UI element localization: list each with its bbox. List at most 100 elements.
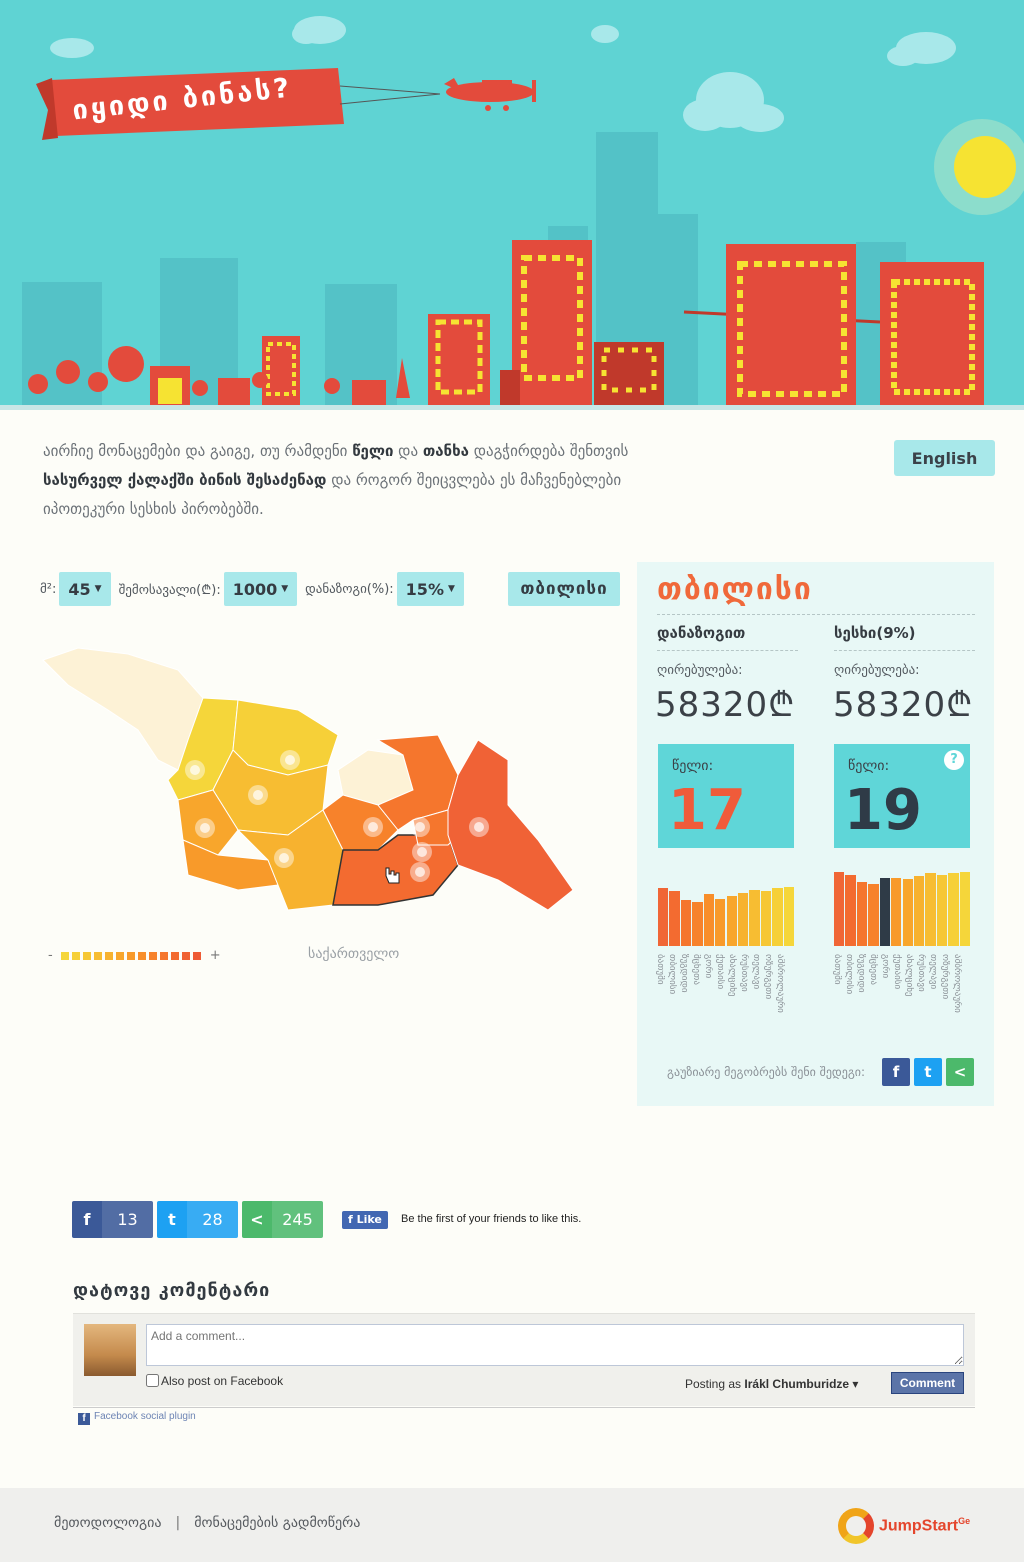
- city-bar[interactable]: [715, 898, 726, 946]
- jumpstart-logo[interactable]: JumpStartGe: [838, 1508, 970, 1544]
- savings-bar-labels: ბათუმი თბილისი ზუგდიდი მცხეთა გორი ქუთაისი ახა…: [655, 954, 787, 1024]
- logo-suffix: Ge: [958, 1516, 971, 1527]
- savings-years-box: წელი: 17: [658, 744, 794, 848]
- chevron-down-icon[interactable]: ▾: [852, 1377, 858, 1391]
- city-bar[interactable]: [948, 873, 959, 946]
- jumpstart-ring-icon: [838, 1508, 874, 1544]
- savings-value-label: ღირებულება:: [657, 663, 743, 678]
- share-generic-button[interactable]: <: [946, 1058, 974, 1086]
- legend-swatch: [192, 951, 201, 960]
- loan-bar-labels: ბათუმი თბილისი ზუგდიდი მცხეთა გორი ქუთაისი ახა…: [832, 954, 964, 1024]
- bar-city-label: ოზურგეთი: [763, 954, 773, 1000]
- city-bar[interactable]: [879, 877, 891, 946]
- share-count: 245: [272, 1201, 323, 1238]
- avatar: [84, 1324, 136, 1376]
- also-post-option[interactable]: Also post on Facebook: [146, 1374, 283, 1388]
- bar-city-label: რუსთავი: [739, 954, 749, 992]
- divider: [834, 650, 975, 651]
- city-bar[interactable]: [913, 876, 925, 946]
- facebook-plugin-credit[interactable]: f Facebook social plugin: [78, 1411, 196, 1425]
- posting-as-label: Posting as: [685, 1377, 742, 1391]
- bar-city-label: ბათუმი: [655, 954, 665, 985]
- facebook-share-counter[interactable]: f 13: [72, 1201, 153, 1238]
- hero-illustration: იყიდი ბინას?: [0, 0, 1024, 410]
- savings-select[interactable]: 15% ▼: [396, 572, 464, 606]
- loan-years-box: წელი: 19 ?: [834, 744, 970, 848]
- bar-city-label: თბილისი: [844, 954, 854, 995]
- intro-text: აირჩიე მონაცემები და გაიგე, თუ რამდენი წ…: [43, 437, 643, 524]
- comment-input[interactable]: [146, 1324, 964, 1366]
- bar-city-label: ქუთაისი: [892, 954, 902, 990]
- city-button[interactable]: თბილისი: [508, 572, 620, 606]
- map-region-abkhazia[interactable]: [42, 647, 204, 771]
- facebook-like-button[interactable]: f Like: [342, 1211, 388, 1229]
- city-bar[interactable]: [658, 888, 669, 946]
- bar-city-label: თბილისი: [667, 954, 677, 995]
- city-bar[interactable]: [925, 873, 936, 946]
- parameter-controls: მ²: 45 ▼ შემოსავალი(₾): 1000 ▼ დანაზოგი(%)…: [40, 572, 472, 606]
- share-twitter-button[interactable]: t: [914, 1058, 942, 1086]
- city-bar[interactable]: [834, 872, 845, 946]
- city-bar[interactable]: [692, 901, 703, 946]
- map-legend: - +: [48, 948, 221, 963]
- twitter-share-counter[interactable]: t 28: [157, 1201, 238, 1238]
- city-bar[interactable]: [959, 872, 970, 946]
- chevron-down-icon: ▼: [281, 584, 289, 594]
- city-bar[interactable]: [749, 889, 760, 946]
- intro-bold-years: წელი: [352, 442, 394, 460]
- city-bar[interactable]: [936, 874, 948, 946]
- city-bar[interactable]: [856, 882, 868, 946]
- map-country-label: საქართველო: [308, 946, 400, 962]
- bar-city-label: ახალციხე: [904, 954, 914, 997]
- footer-separator: |: [175, 1515, 181, 1531]
- divider: [657, 614, 975, 615]
- share-facebook-button[interactable]: f: [882, 1058, 910, 1086]
- result-panel: თბილისი დანაზოგით სესხი(9%) ღირებულება: …: [637, 562, 994, 1106]
- methodology-link[interactable]: მეთოდოლოგია: [54, 1515, 162, 1531]
- city-bar[interactable]: [737, 892, 749, 946]
- income-select[interactable]: 1000 ▼: [223, 572, 298, 606]
- city-bar[interactable]: [772, 888, 783, 946]
- area-value: 45: [68, 579, 91, 599]
- twitter-icon: t: [168, 1210, 176, 1229]
- city-bar[interactable]: [902, 879, 913, 946]
- city-bar[interactable]: [845, 874, 856, 946]
- city-bar[interactable]: [669, 891, 680, 946]
- logo-text: JumpStartGe: [879, 1516, 970, 1535]
- legend-swatch: [159, 951, 168, 960]
- comment-submit-button[interactable]: Comment: [891, 1372, 964, 1394]
- facebook-like-text: Be the first of your friends to like thi…: [401, 1213, 582, 1225]
- legend-swatch: [181, 951, 190, 960]
- help-icon[interactable]: ?: [944, 750, 964, 770]
- bar-city-label: გორი: [880, 954, 890, 979]
- generic-share-counter[interactable]: < 245: [242, 1201, 323, 1238]
- city-bar[interactable]: [703, 894, 715, 946]
- data-download-link[interactable]: მონაცემების გადმოწერა: [194, 1515, 360, 1531]
- posting-user-name[interactable]: Irákl Chumburidze: [744, 1377, 849, 1391]
- divider: [657, 650, 798, 651]
- legend-swatch: [93, 951, 102, 960]
- area-select[interactable]: 45 ▼: [59, 572, 111, 606]
- share-icon: <: [250, 1210, 264, 1229]
- chevron-down-icon: ▼: [447, 584, 455, 594]
- facebook-icon: f: [348, 1213, 357, 1226]
- city-bar[interactable]: [783, 886, 794, 946]
- divider: [73, 1407, 975, 1408]
- legend-swatch: [104, 951, 113, 960]
- intro-text-part: აირჩიე მონაცემები და გაიგე, თუ რამდენი: [43, 442, 353, 460]
- legend-scale: [60, 951, 204, 960]
- city-bar[interactable]: [726, 895, 737, 946]
- savings-value: 15%: [405, 579, 444, 599]
- share-result-text: გაუზიარე მეგობრებს შენი შედეგი:: [667, 1065, 866, 1079]
- city-bar[interactable]: [680, 900, 692, 946]
- city-bar[interactable]: [868, 883, 879, 946]
- area-label: მ²:: [40, 581, 57, 597]
- savings-value: 58320₾: [655, 685, 796, 725]
- language-toggle-button[interactable]: English: [894, 440, 995, 476]
- city-bar[interactable]: [891, 877, 902, 946]
- map-region-kakheti[interactable]: [447, 739, 574, 911]
- city-bar[interactable]: [760, 891, 772, 946]
- chevron-down-icon: ▼: [94, 584, 102, 594]
- also-post-checkbox[interactable]: [146, 1374, 159, 1387]
- bar-city-label: მცხეთა: [868, 954, 878, 985]
